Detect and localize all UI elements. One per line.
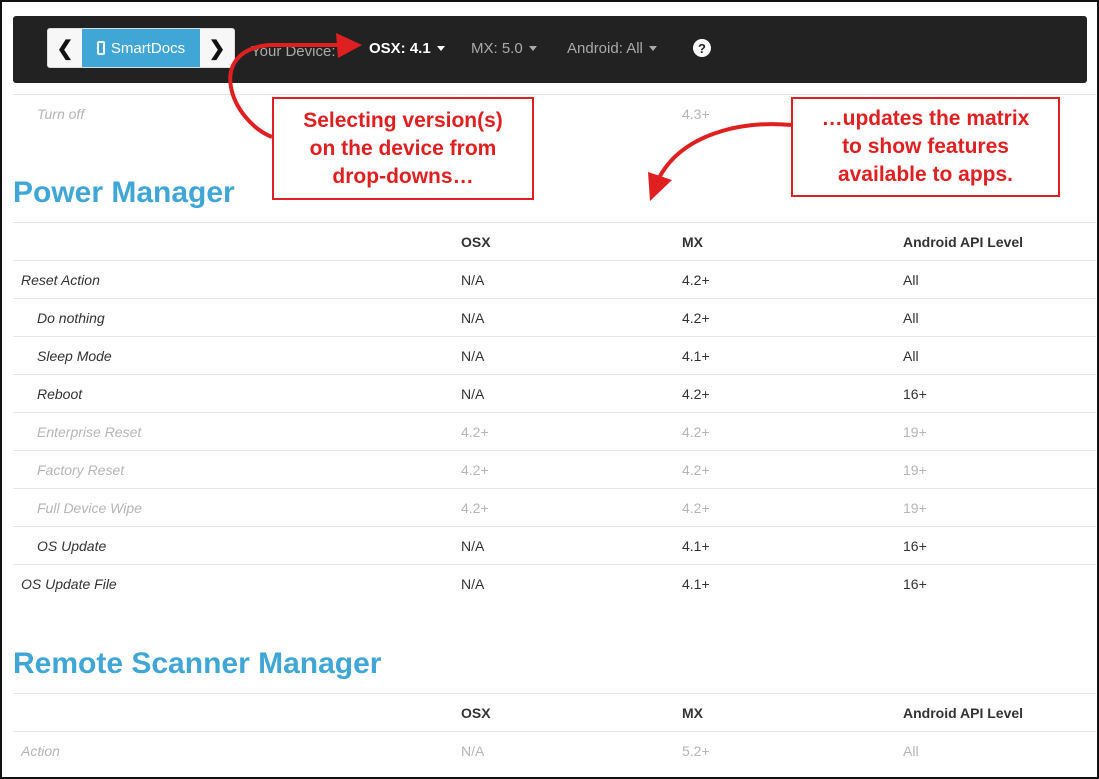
callout-left-line: drop-downs… [332,164,474,188]
forward-button[interactable]: ❯ [200,29,234,67]
column-header-mx: MX [682,705,703,721]
android-cell: 16+ [903,576,927,592]
mx-cell: 4.1+ [682,348,710,364]
callout-right: …updates the matrix to show features ava… [791,97,1060,197]
android-dropdown-label: Android: All [567,40,643,57]
callout-right-line: available to apps. [837,163,1014,186]
osx-cell: N/A [461,538,485,554]
column-header-osx: OSX [461,234,491,250]
feature-cell: Enterprise Reset [37,424,142,440]
callout-right-line: …updates the matrix [821,107,1030,130]
column-header-osx: OSX [461,705,491,721]
android-cell: All [903,743,919,759]
android-cell: 16+ [903,386,927,402]
mx-cell: 4.2+ [682,386,710,402]
mx-dropdown-label: MX: 5.0 [471,40,523,57]
smartdocs-brand-button[interactable]: SmartDocs [82,29,200,67]
osx-cell: 4.2+ [461,500,489,516]
feature-cell: Do nothing [37,310,105,326]
mx-cell: 4.2+ [682,462,710,478]
android-cell: 19+ [903,500,927,516]
column-header-android: Android API Level [903,234,1024,250]
nav-button-group: ❮ SmartDocs ❯ [47,28,235,68]
osx-cell: N/A [461,743,485,759]
table-row: Reboot N/A 4.2+ 16+ [13,374,1096,412]
table-row: Do nothing N/A 4.2+ All [13,298,1096,336]
caret-down-icon [648,46,657,51]
chevron-right-icon: ❯ [208,37,226,60]
osx-cell: N/A [461,310,485,326]
caret-down-icon [436,46,445,51]
table-row: Factory Reset 4.2+ 4.2+ 19+ [13,450,1096,488]
mx-cell: 5.2+ [682,743,710,759]
feature-cell: Action [21,743,60,759]
table-row: Action N/A 5.2+ All [13,731,1096,769]
osx-cell: N/A [461,386,485,402]
android-cell: All [903,310,919,326]
osx-version-dropdown[interactable]: OSX: 4.1 [369,40,445,57]
callout-left-line: Selecting version(s) [303,108,503,132]
section-title-remote-scanner-manager: Remote Scanner Manager [13,647,382,680]
osx-cell: N/A [461,576,485,592]
callout-right-line: to show features [842,135,1009,158]
android-cell: All [903,348,919,364]
chevron-left-icon: ❮ [56,37,74,60]
table-row: Enterprise Reset 4.2+ 4.2+ 19+ [13,412,1096,450]
table-header-row: OSX MX Android API Level [13,222,1096,260]
caret-down-icon [528,46,537,51]
osx-cell: 4.2+ [461,424,489,440]
table-row: OS Update N/A 4.1+ 16+ [13,526,1096,564]
android-cell: All [903,272,919,288]
your-device-label: Your Device: [251,43,336,60]
osx-dropdown-label: OSX: 4.1 [369,40,431,57]
osx-cell: N/A [461,348,485,364]
column-header-mx: MX [682,234,703,250]
phone-icon [96,41,105,55]
help-icon[interactable]: ? [693,39,711,57]
callout-left: Selecting version(s) on the device from … [272,97,534,200]
table-row: Sleep Mode N/A 4.1+ All [13,336,1096,374]
callout-left-line: on the device from [309,136,497,160]
back-button[interactable]: ❮ [48,29,82,67]
column-header-android: Android API Level [903,705,1024,721]
feature-cell: Turn off [37,106,85,122]
feature-cell: OS Update File [21,576,117,592]
brand-label: SmartDocs [110,39,186,57]
feature-cell: Sleep Mode [37,348,112,364]
top-navbar: ❮ SmartDocs ❯ Your Device: OSX: 4.1 MX: … [13,16,1087,83]
android-version-dropdown[interactable]: Android: All [567,40,657,57]
mx-cell: 4.2+ [682,500,710,516]
table-row: OS Update File N/A 4.1+ 16+ [13,564,1096,602]
table-row: Full Device Wipe 4.2+ 4.2+ 19+ [13,488,1096,526]
android-cell: 16+ [903,538,927,554]
mx-cell: 4.3+ [682,106,710,122]
mx-cell: 4.2+ [682,272,710,288]
table-row: Reset Action N/A 4.2+ All [13,260,1096,298]
mx-cell: 4.2+ [682,424,710,440]
feature-cell: OS Update [37,538,107,554]
android-cell: 19+ [903,462,927,478]
arrow-to-matrix [656,122,792,181]
section-title-power-manager: Power Manager [13,176,235,209]
feature-cell: Reboot [37,386,83,402]
feature-cell: Reset Action [21,272,100,288]
table-header-row: OSX MX Android API Level [13,693,1096,731]
osx-cell: N/A [461,272,485,288]
android-cell: 19+ [903,424,927,440]
mx-cell: 4.2+ [682,310,710,326]
mx-cell: 4.1+ [682,576,710,592]
feature-cell: Full Device Wipe [37,500,142,516]
mx-cell: 4.1+ [682,538,710,554]
feature-cell: Factory Reset [37,462,125,478]
arrowhead-matrix [648,172,672,201]
mx-version-dropdown[interactable]: MX: 5.0 [471,40,537,57]
osx-cell: 4.2+ [461,462,489,478]
